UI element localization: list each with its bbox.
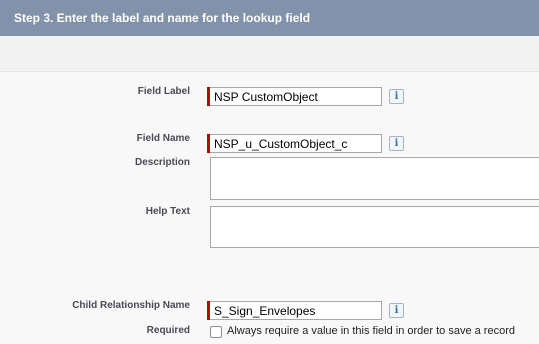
- info-icon[interactable]: i: [389, 136, 404, 151]
- description-textarea[interactable]: [210, 157, 539, 200]
- step-title: Step 3. Enter the label and name for the…: [14, 11, 311, 25]
- required-label: Required: [146, 325, 190, 336]
- help-text-label: Help Text: [145, 206, 190, 217]
- header-band: [0, 36, 539, 72]
- help-text-textarea[interactable]: [210, 206, 539, 248]
- required-checkbox-label[interactable]: Always require a value in this field in …: [227, 325, 515, 337]
- field-name-input[interactable]: [210, 134, 382, 153]
- field-label-input[interactable]: [210, 87, 382, 106]
- required-checkbox[interactable]: [210, 326, 222, 338]
- info-icon[interactable]: i: [389, 303, 404, 318]
- description-label: Description: [134, 157, 190, 168]
- step-header: Step 3. Enter the label and name for the…: [0, 0, 539, 36]
- child-relationship-name-input[interactable]: [210, 301, 382, 320]
- child-relationship-name-label: Child Relationship Name: [72, 300, 190, 311]
- field-name-label: Field Name: [136, 133, 190, 144]
- info-icon[interactable]: i: [389, 89, 404, 104]
- field-label-label: Field Label: [137, 86, 190, 97]
